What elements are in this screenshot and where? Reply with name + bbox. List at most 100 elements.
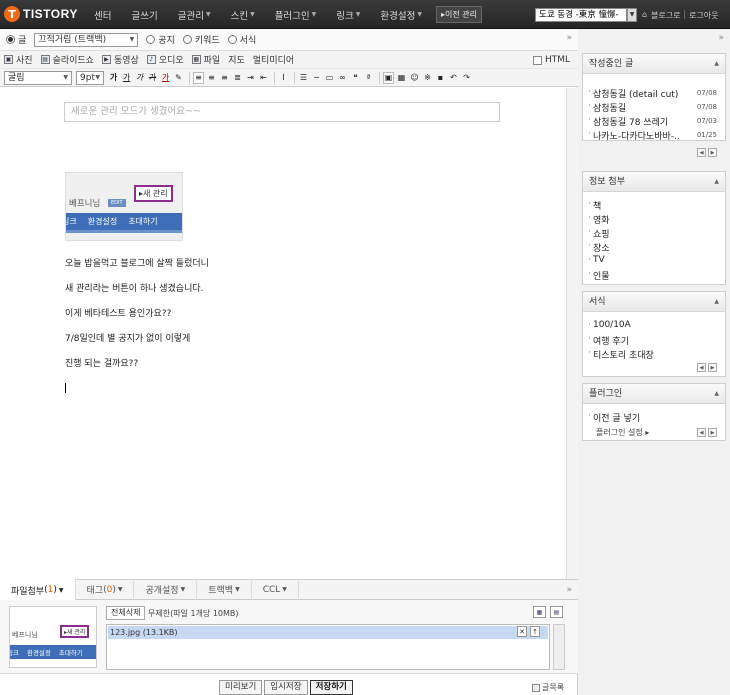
draft-item[interactable]: 나카노-다카다노바바-..	[588, 129, 680, 142]
draft-item[interactable]: 삼청동길	[588, 101, 626, 114]
save-icon[interactable]: ▪	[435, 72, 446, 84]
tab-tags[interactable]: 태그(0) ▼	[76, 579, 135, 600]
line-height-icon[interactable]: Ⅰ	[278, 72, 289, 84]
nav-settings[interactable]: 환경설정 ▼	[370, 8, 432, 22]
tab-visibility[interactable]: 공개설정 ▼	[134, 579, 198, 600]
italic-button[interactable]: 가	[134, 72, 145, 84]
logout-link[interactable]: 로그아웃	[689, 10, 718, 21]
category-select[interactable]: 끄적거림 (트랙백) ▼	[34, 32, 139, 47]
prev-page-icon[interactable]: ◀	[697, 148, 706, 157]
post-list-link[interactable]: 글목록	[532, 682, 564, 693]
font-size-select[interactable]: 9pt ▼	[76, 70, 104, 85]
undo-icon[interactable]: ↶	[448, 72, 459, 84]
underline-button[interactable]: 가	[121, 72, 132, 84]
insert-up-icon[interactable]: ↑	[530, 626, 540, 637]
outdent-icon[interactable]: ⇤	[258, 72, 269, 84]
list-icon[interactable]: ☰	[298, 72, 309, 84]
info-item-person[interactable]: 인물	[588, 269, 609, 282]
font-color-button[interactable]: 가	[160, 72, 171, 84]
font-family-select[interactable]: 굴림 ▼	[4, 70, 72, 85]
blog-link[interactable]: 블로그로	[651, 10, 680, 21]
collapse-icon[interactable]: »	[566, 33, 572, 43]
next-page-icon[interactable]: ▶	[708, 363, 717, 372]
indent-icon[interactable]: ⇥	[245, 72, 256, 84]
strikethrough-button[interactable]: 가	[147, 72, 158, 84]
prev-page-icon[interactable]: ◀	[697, 363, 706, 372]
insert-audio-button[interactable]: ♪ 오디오	[146, 53, 184, 66]
template-item[interactable]: 여행 후기	[588, 334, 629, 347]
nav-center[interactable]: 센터	[84, 8, 121, 22]
embedded-image[interactable]: 베프니님 EDIT ▸새 관리 링크 환경설정 초대하기	[65, 172, 183, 241]
draft-item[interactable]: 삽청동길 (detail cut)	[588, 87, 678, 100]
html-checkbox[interactable]	[532, 55, 542, 65]
superscript-icon[interactable]: ª	[363, 72, 374, 84]
insert-video-button[interactable]: ▶ 동영상	[101, 53, 139, 66]
horizontal-rule-icon[interactable]: ─	[311, 72, 322, 84]
info-item-tv[interactable]: TV	[588, 255, 605, 265]
info-item-shopping[interactable]: 쇼핑	[588, 227, 609, 240]
tab-ccl[interactable]: CCL ▼	[252, 579, 299, 600]
link-icon[interactable]: ∞	[337, 72, 348, 84]
image-align-icon[interactable]: ▣	[383, 71, 394, 84]
list-view-icon[interactable]: ▤	[550, 606, 563, 618]
widget-title: 플러그인	[589, 389, 623, 399]
template-item[interactable]: 티스토리 초대장	[588, 348, 654, 361]
tistory-logo[interactable]: T TISTORY	[4, 5, 78, 23]
html-mode-toggle[interactable]: HTML	[532, 55, 570, 65]
quote-icon[interactable]: ❝	[350, 72, 361, 84]
emoticon-icon[interactable]: ☺	[409, 72, 420, 84]
title-input[interactable]: 새로운 관리 모드가 생겼어요~~	[64, 102, 500, 122]
old-admin-button[interactable]: ▸이전 관리	[435, 6, 482, 23]
nav-write[interactable]: 글쓰기	[121, 8, 167, 22]
highlight-icon[interactable]: ✎	[173, 72, 184, 84]
insert-photo-button[interactable]: ▣ 사진	[4, 53, 33, 66]
file-row[interactable]: 123.jpg (13.1KB)	[108, 626, 548, 639]
bold-button[interactable]: 가	[108, 72, 119, 84]
special-char-icon[interactable]: ※	[422, 72, 433, 84]
save-button[interactable]: 저장하기	[309, 680, 353, 695]
nav-post-manage[interactable]: 글관리 ▼	[168, 8, 221, 22]
plugin-item[interactable]: 이전 글 넣기	[588, 411, 640, 424]
delete-all-button[interactable]: 전체삭제	[106, 606, 146, 620]
draft-item[interactable]: 삼청동길 78 쓰레기	[588, 115, 668, 128]
align-justify-icon[interactable]: ≣	[232, 72, 243, 84]
editor-scrollbar[interactable]	[566, 88, 578, 606]
plugin-settings-link[interactable]: 플러그인 설정 ▸	[596, 427, 649, 438]
editor-content[interactable]: 새로운 관리 모드가 생겼어요~~ 베프니님 EDIT ▸새 관리 링크 환경설…	[0, 88, 566, 606]
insert-slideshow-button[interactable]: ▤ 슬라이드쇼	[40, 53, 94, 66]
template-item[interactable]: 100/10A	[588, 320, 631, 330]
align-right-icon[interactable]: ≡	[219, 72, 230, 84]
grid-view-icon[interactable]: ▦	[533, 606, 546, 618]
type-radio-template[interactable]	[227, 35, 237, 44]
next-page-icon[interactable]: ▶	[708, 148, 717, 157]
type-radio-notice[interactable]	[146, 35, 156, 44]
align-center-icon[interactable]: ≡	[206, 72, 217, 84]
table-icon[interactable]: ▦	[396, 72, 407, 84]
nav-link[interactable]: 링크 ▼	[326, 8, 370, 22]
tab-trackback[interactable]: 트랙백 ▼	[197, 579, 252, 600]
file-list-scrollbar[interactable]	[553, 624, 565, 670]
insert-multimedia-button[interactable]: 멀티미디어	[253, 53, 294, 66]
blog-select-dropdown-icon[interactable]: ▼	[627, 8, 637, 22]
align-left-icon[interactable]: ≡	[193, 71, 204, 84]
redo-icon[interactable]: ↷	[461, 72, 472, 84]
preview-button[interactable]: 미리보기	[219, 680, 263, 695]
info-item-book[interactable]: 책	[588, 199, 601, 212]
nav-plugin[interactable]: 플러그인 ▼	[265, 8, 327, 22]
next-page-icon[interactable]: ▶	[708, 428, 717, 437]
type-radio-post[interactable]	[6, 35, 15, 44]
prev-page-icon[interactable]: ◀	[697, 428, 706, 437]
insert-file-button[interactable]: ▦ 파일	[191, 53, 220, 66]
close-icon[interactable]: ✕	[517, 626, 527, 637]
blog-select[interactable]: 도쿄 동경 -東京 憧憬-	[535, 8, 627, 22]
nav-skin[interactable]: 스킨 ▼	[221, 8, 265, 22]
collapse-icon[interactable]: »	[718, 33, 724, 43]
box-icon[interactable]: ▭	[324, 72, 335, 84]
info-item-movie[interactable]: 영화	[588, 213, 609, 226]
temp-save-button[interactable]: 임시저장	[264, 680, 308, 695]
insert-map-button[interactable]: 지도	[228, 53, 245, 66]
info-item-place[interactable]: 장소	[588, 241, 609, 254]
collapse-icon[interactable]: »	[566, 585, 572, 595]
type-radio-keyword[interactable]	[182, 35, 192, 44]
tab-file-attach[interactable]: 파일첨부(1) ▼	[0, 579, 76, 601]
